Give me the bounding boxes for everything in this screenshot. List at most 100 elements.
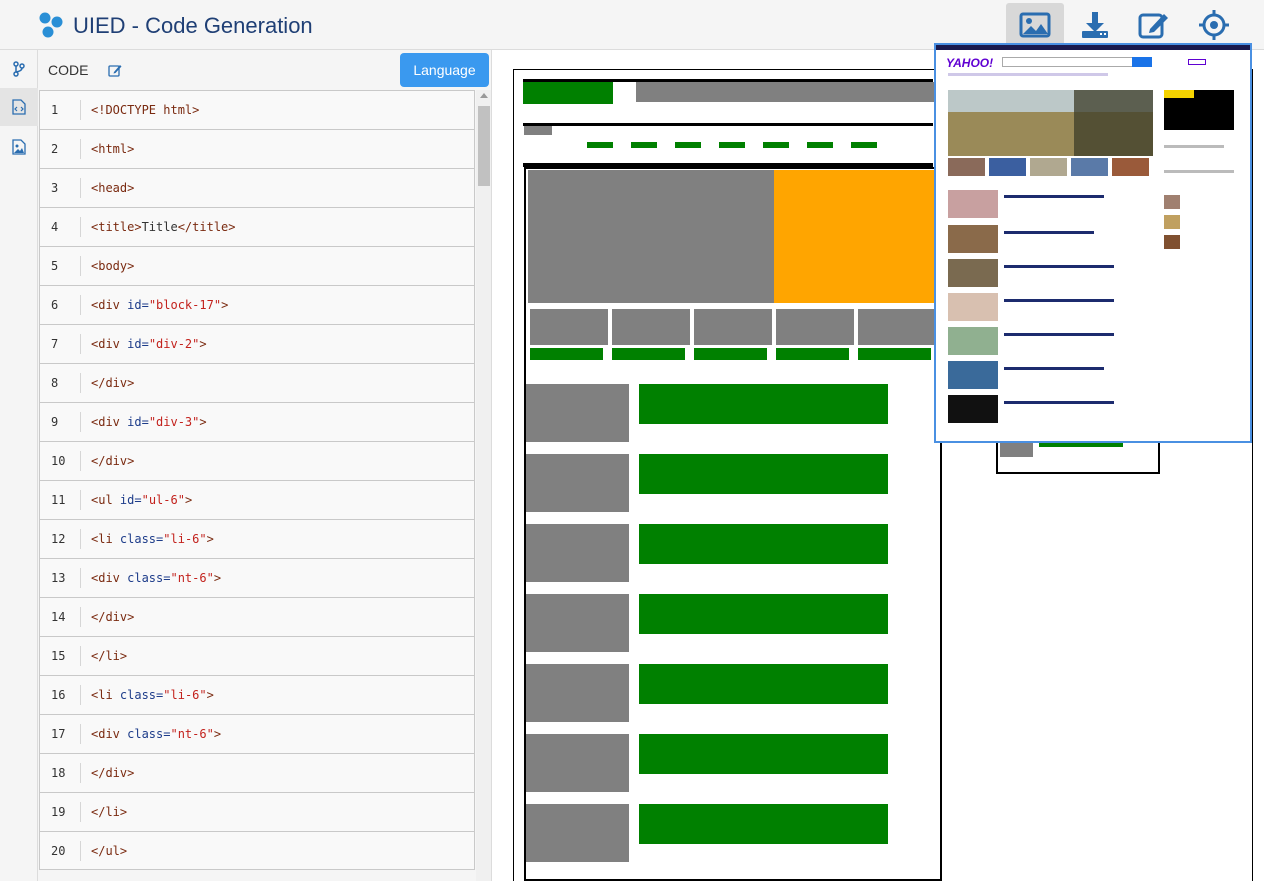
wireframe-article-text [639,454,888,494]
overlay-article-text [1004,231,1094,234]
overlay-article-image [948,361,998,389]
code-line[interactable]: 17 <div class= "nt-6" > [39,714,475,753]
wireframe-nav-item [851,142,877,148]
line-code: </div> [91,376,135,390]
line-number: 5 [51,259,59,273]
line-number: 15 [51,649,66,663]
wireframe-article-image [526,734,629,792]
line-code: </div> [91,610,135,624]
download-button[interactable] [1066,3,1124,47]
wireframe-article-image [526,524,629,582]
code-line[interactable]: 6 <div id= "block-17" > [39,285,475,324]
line-code: </li> [91,805,128,819]
code-line[interactable]: 8 </div> [39,363,475,402]
language-button[interactable]: Language [400,53,489,87]
code-line[interactable]: 10 </div> [39,441,475,480]
edit-button[interactable] [1125,3,1183,47]
code-line[interactable]: 18 </div> [39,753,475,792]
line-number: 2 [51,142,59,156]
rail-code-file[interactable] [0,88,38,126]
line-gutter [80,334,81,354]
wireframe-search-block [636,82,936,102]
wireframe-nav-item [719,142,745,148]
line-number: 11 [51,493,66,507]
overlay-topbar [936,45,1250,50]
code-line[interactable]: 1 <!DOCTYPE html> [39,90,475,129]
overlay-thumb [1030,158,1067,176]
wireframe-nav-item [763,142,789,148]
image-view-button[interactable] [1006,3,1064,47]
overlay-thumb [1112,158,1149,176]
app-logo [39,12,63,38]
line-code: <div class= "nt-6" > [91,727,222,741]
code-line[interactable]: 9 <div id= "div-3" > [39,402,475,441]
overlay-search [1002,57,1152,67]
rail-image-file[interactable] [0,128,38,166]
line-number: 17 [51,727,66,741]
line-code: <title> Title </title> [91,220,236,234]
code-file-icon [12,99,26,115]
line-gutter [80,373,81,393]
wireframe-nav-item [587,142,613,148]
wireframe-logo-block [523,82,613,104]
code-scrollbar[interactable] [476,90,491,881]
line-gutter [80,139,81,159]
overlay-thumb [1071,158,1108,176]
line-number: 18 [51,766,66,780]
original-screenshot-overlay[interactable]: YAHOO! [934,43,1252,443]
wireframe-thumb-caption [612,348,685,360]
code-line[interactable]: 16 <li class= "li-6" > [39,675,475,714]
code-line[interactable]: 5 <body> [39,246,475,285]
line-gutter [80,412,81,432]
line-gutter [80,490,81,510]
line-code: </li> [91,649,128,663]
code-line[interactable]: 12 <li class= "li-6" > [39,519,475,558]
code-line[interactable]: 14 </div> [39,597,475,636]
image-file-icon [12,139,26,155]
line-gutter [80,841,81,861]
image-view-icon [1019,12,1051,38]
code-line[interactable]: 11 <ul id= "ul-6" > [39,480,475,519]
line-gutter [80,568,81,588]
line-gutter [80,646,81,666]
overlay-article-text [1004,333,1114,336]
rail-branch[interactable] [0,50,38,88]
line-gutter [80,217,81,237]
line-number: 13 [51,571,66,585]
target-icon [1199,10,1229,40]
code-line[interactable]: 7 <div id= "div-2" > [39,324,475,363]
line-number: 8 [51,376,59,390]
download-icon [1082,12,1108,38]
wireframe-thumb-caption [776,348,849,360]
overlay-article-image [948,327,998,355]
wireframe-thumb-caption [858,348,931,360]
scroll-thumb[interactable] [478,106,490,186]
scroll-up-arrow-icon[interactable] [480,93,488,98]
code-line[interactable]: 19 </li> [39,792,475,831]
line-code: <li class= "li-6" > [91,532,214,546]
wireframe-thumb [694,309,772,345]
code-line[interactable]: 4 <title> Title </title> [39,207,475,246]
code-line[interactable]: 15 </li> [39,636,475,675]
code-editor[interactable]: 1 <!DOCTYPE html> 2 <html> 3 <head> 4 <title> T… [39,90,475,870]
line-number: 4 [51,220,59,234]
pencil-icon[interactable] [108,63,122,77]
wireframe-article-text [639,524,888,564]
code-line[interactable]: 13 <div class= "nt-6" > [39,558,475,597]
code-line[interactable]: 3 <head> [39,168,475,207]
line-gutter [80,451,81,471]
wireframe-nav-item [807,142,833,148]
overlay-brand-logo: YAHOO! [946,56,994,70]
wireframe-article-image [526,664,629,722]
branch-icon [13,61,25,77]
wireframe-nav-block [524,126,552,135]
line-gutter [80,763,81,783]
wireframe-rule [523,123,933,126]
wireframe-hero-caption [774,170,934,303]
code-line[interactable]: 2 <html> [39,129,475,168]
target-button[interactable] [1185,3,1243,47]
overlay-article-image [948,259,998,287]
code-line[interactable]: 20 </ul> [39,831,475,870]
line-gutter [80,100,81,120]
code-toolbar: CODE Language [38,50,491,90]
